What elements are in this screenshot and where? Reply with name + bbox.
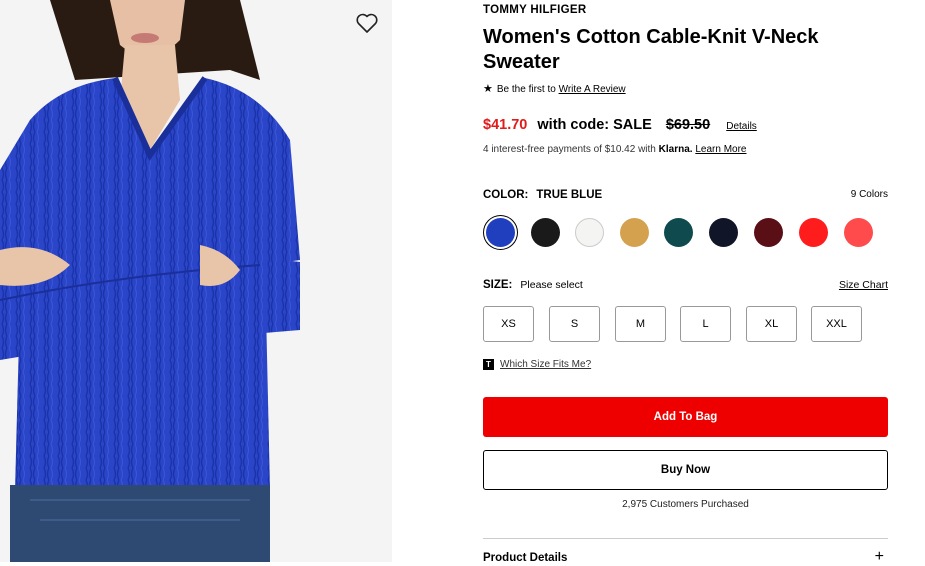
write-review-link[interactable]: Write A Review bbox=[559, 84, 626, 95]
swatch-camel[interactable] bbox=[620, 218, 649, 247]
color-label-text: COLOR: bbox=[483, 189, 529, 201]
customers-purchased-text: 2,975 Customers Purchased bbox=[622, 499, 749, 510]
size-s-button[interactable]: S bbox=[549, 306, 600, 342]
size-options: XS S M L XL XXL bbox=[483, 306, 888, 344]
add-to-bag-button[interactable]: Add To Bag bbox=[483, 397, 888, 437]
price-details-link[interactable]: Details bbox=[726, 121, 757, 132]
selected-color-name: TRUE BLUE bbox=[536, 189, 603, 201]
swatch-black[interactable] bbox=[531, 218, 560, 247]
color-count: 9 Colors bbox=[850, 189, 888, 200]
swatch-red[interactable] bbox=[799, 218, 828, 247]
color-swatches bbox=[483, 216, 888, 252]
swatch-navy[interactable] bbox=[709, 218, 738, 247]
klarna-text: 4 interest-free payments of $10.42 with bbox=[483, 144, 656, 155]
product-title: Women's Cotton Cable-Knit V-Neck Sweater bbox=[483, 26, 819, 73]
swatch-teal[interactable] bbox=[664, 218, 693, 247]
size-m-button[interactable]: M bbox=[615, 306, 666, 342]
star-icon: ★ bbox=[483, 83, 493, 95]
wishlist-heart-icon[interactable] bbox=[355, 12, 379, 34]
plus-icon[interactable]: + bbox=[875, 548, 884, 566]
klarna-logo: Klarna. bbox=[658, 144, 693, 155]
promo-code-text: with code: SALE bbox=[537, 117, 652, 133]
product-details-accordion[interactable]: Product Details bbox=[483, 552, 567, 564]
klarna-row: 4 interest-free payments of $10.42 with … bbox=[483, 144, 746, 155]
brand-name[interactable]: TOMMY HILFIGER bbox=[483, 4, 586, 16]
size-chart-link[interactable]: Size Chart bbox=[839, 279, 888, 291]
size-prompt: Please select bbox=[520, 279, 583, 291]
size-label-text: SIZE: bbox=[483, 279, 513, 291]
color-label: COLOR: TRUE BLUE bbox=[483, 189, 602, 201]
buy-now-button[interactable]: Buy Now bbox=[483, 450, 888, 490]
swatch-true-blue[interactable] bbox=[486, 218, 515, 247]
size-xxl-button[interactable]: XXL bbox=[811, 306, 862, 342]
product-image bbox=[0, 0, 392, 562]
size-l-button[interactable]: L bbox=[680, 306, 731, 342]
review-row: ★ Be the first to Write A Review bbox=[483, 82, 626, 95]
swatch-burgundy[interactable] bbox=[754, 218, 783, 247]
swatch-white[interactable] bbox=[575, 218, 604, 247]
sale-price: $41.70 bbox=[483, 117, 528, 133]
size-fit-row: T Which Size Fits Me? bbox=[483, 359, 591, 370]
klarna-learn-more-link[interactable]: Learn More bbox=[695, 144, 746, 155]
size-label: SIZE: Please select bbox=[483, 279, 583, 291]
price-row: $41.70 with code: SALE $69.50 Details bbox=[483, 117, 757, 133]
size-xl-button[interactable]: XL bbox=[746, 306, 797, 342]
product-photo bbox=[0, 0, 392, 562]
size-xs-button[interactable]: XS bbox=[483, 306, 534, 342]
which-size-fits-link[interactable]: Which Size Fits Me? bbox=[500, 359, 591, 370]
fit-finder-icon: T bbox=[483, 359, 494, 370]
divider bbox=[483, 538, 888, 539]
swatch-coral[interactable] bbox=[844, 218, 873, 247]
review-prefix: Be the first to bbox=[496, 84, 556, 95]
original-price: $69.50 bbox=[665, 117, 711, 133]
